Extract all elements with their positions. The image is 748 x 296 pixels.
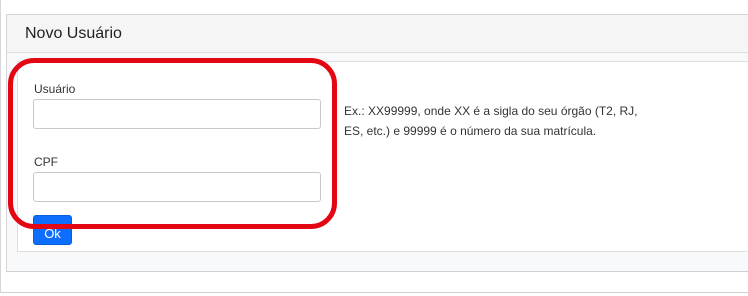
card-bottom-border	[6, 271, 748, 272]
cpf-input[interactable]	[33, 172, 321, 202]
form-panel	[17, 61, 748, 252]
screen: Novo Usuário Usuário CPF Ok Ex.: XX99999…	[0, 0, 748, 296]
ok-button[interactable]: Ok	[33, 215, 72, 245]
left-edge-line	[0, 0, 1, 296]
username-help-text: Ex.: XX99999, onde XX é a sigla do seu ó…	[344, 104, 638, 138]
page-title: Novo Usuário	[25, 25, 122, 42]
cpf-label: CPF	[34, 155, 58, 169]
bottom-edge-line	[0, 292, 748, 296]
card-header: Novo Usuário	[7, 15, 748, 53]
username-input[interactable]	[33, 99, 321, 129]
username-label: Usuário	[34, 82, 76, 96]
